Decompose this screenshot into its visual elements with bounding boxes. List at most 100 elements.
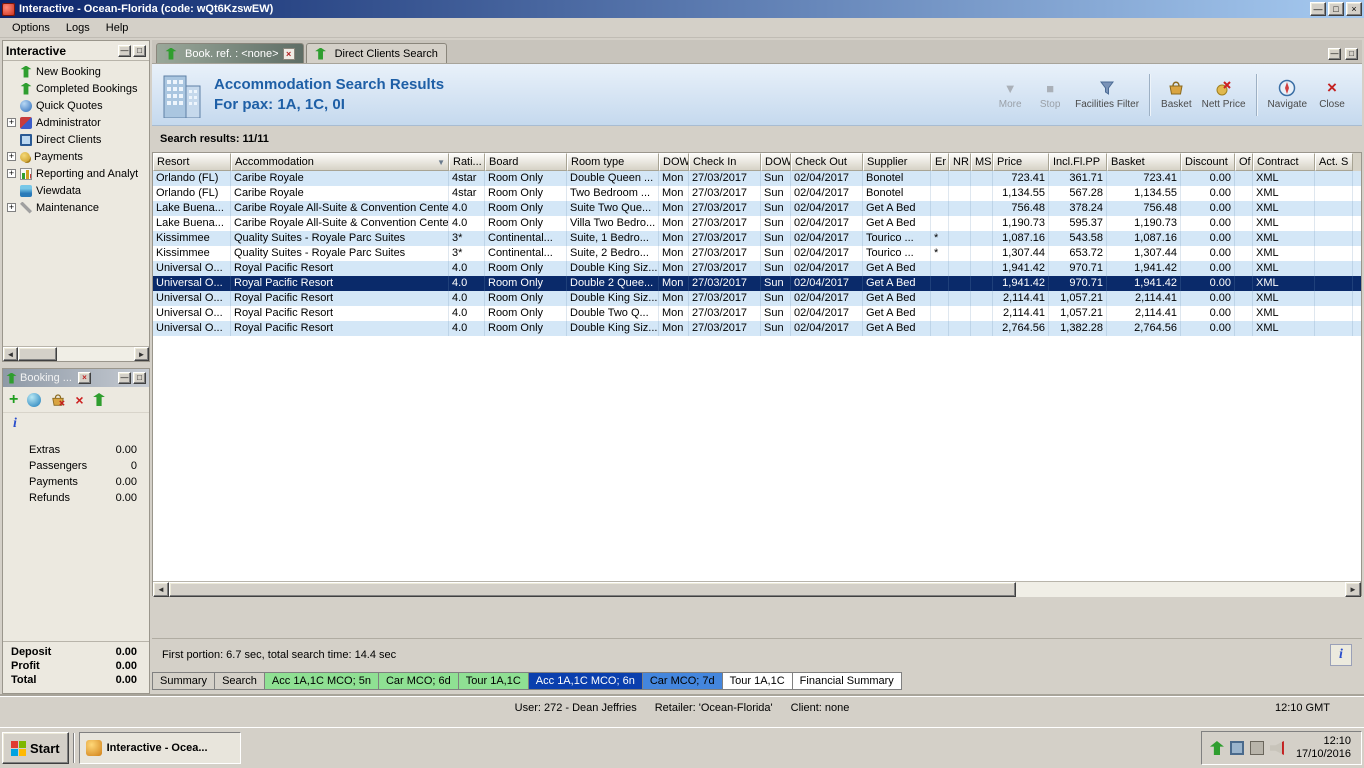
tray-printer-icon[interactable] — [1249, 741, 1264, 755]
filter-icon[interactable]: ▼ — [437, 158, 445, 167]
sidebar-horizontal-scrollbar[interactable]: ◄ ► — [3, 346, 149, 361]
expand-icon[interactable]: + — [7, 152, 16, 161]
menu-item-options[interactable]: Options — [4, 20, 58, 36]
scroll-right-icon[interactable]: ► — [1345, 582, 1361, 597]
close-results-button[interactable]: × Close — [1312, 77, 1352, 112]
table-row[interactable]: Universal O... Royal Pacific Resort 4.0 Roo… — [153, 291, 1361, 306]
expand-icon[interactable]: + — [7, 203, 16, 212]
expand-icon[interactable]: + — [7, 118, 16, 127]
minimize-icon[interactable]: — — [1310, 2, 1326, 16]
start-button[interactable]: Start — [2, 732, 69, 764]
column-header-price[interactable]: Price — [993, 153, 1049, 171]
column-header-basket[interactable]: Basket — [1107, 153, 1181, 171]
sidebar-item-payments[interactable]: + Payments — [3, 148, 149, 165]
bottom-tab-car-mco-7d[interactable]: Car MCO; 7d — [642, 672, 723, 690]
facilities-filter-button[interactable]: Facilities Filter — [1070, 77, 1144, 112]
bottom-tab-summary[interactable]: Summary — [152, 672, 216, 690]
sidebar-item-quick-quotes[interactable]: Quick Quotes — [3, 97, 149, 114]
booking-panel-header[interactable]: Booking ... × — □ — [3, 369, 149, 387]
booking-info-icon[interactable]: i — [3, 413, 149, 432]
scroll-left-icon[interactable]: ◄ — [153, 582, 169, 597]
booking-close-icon[interactable]: × — [77, 372, 91, 384]
bottom-tab-car-mco-6d[interactable]: Car MCO; 6d — [378, 672, 459, 690]
grid-horizontal-scrollbar[interactable]: ◄ ► — [153, 581, 1361, 597]
booking-maximize-icon[interactable]: □ — [133, 372, 146, 384]
column-header-ms[interactable]: MS — [971, 153, 993, 171]
scroll-left-icon[interactable]: ◄ — [3, 347, 18, 361]
panel-collapse-icon[interactable]: — — [118, 44, 131, 57]
stop-button[interactable]: ■ Stop — [1030, 77, 1070, 112]
column-header-nr[interactable]: NR — [949, 153, 971, 171]
tray-plant-icon[interactable] — [1209, 741, 1224, 755]
tray-volume-icon[interactable] — [1269, 741, 1284, 755]
bottom-tab-search[interactable]: Search — [215, 672, 265, 690]
column-header-of[interactable]: Of — [1235, 153, 1253, 171]
sidebar-item-direct-clients[interactable]: Direct Clients — [3, 131, 149, 148]
table-row[interactable]: Universal O... Royal Pacific Resort 4.0 Roo… — [153, 321, 1361, 336]
column-header-resort[interactable]: Resort — [153, 153, 231, 171]
close-icon[interactable]: × — [1346, 2, 1362, 16]
column-header-room-type[interactable]: Room type — [567, 153, 659, 171]
tab-direct-clients-search[interactable]: Direct Clients Search — [305, 43, 447, 63]
grid-scroll-thumb[interactable] — [169, 582, 1016, 597]
sidebar-item-maintenance[interactable]: + Maintenance — [3, 199, 149, 216]
info-button[interactable]: i — [1330, 643, 1352, 666]
table-row[interactable]: Universal O... Royal Pacific Resort 4.0 Roo… — [153, 306, 1361, 321]
navigate-button[interactable]: Navigate — [1263, 77, 1312, 112]
column-header-supplier[interactable]: Supplier — [863, 153, 931, 171]
column-header-act-s[interactable]: Act. S — [1315, 153, 1353, 171]
menu-item-logs[interactable]: Logs — [58, 20, 98, 36]
add-icon[interactable]: + — [9, 391, 18, 407]
column-header-dow[interactable]: DOW — [761, 153, 791, 171]
bottom-tab-acc-1a-1c-mco-6n[interactable]: Acc 1A,1C MCO; 6n — [528, 672, 643, 690]
sidebar-scroll-thumb[interactable] — [18, 347, 58, 361]
table-row[interactable]: Kissimmee Quality Suites - Royale Parc Su… — [153, 246, 1361, 261]
sidebar-item-administrator[interactable]: + Administrator — [3, 114, 149, 131]
column-header-dow[interactable]: DOW — [659, 153, 689, 171]
restore-icon[interactable]: □ — [1328, 2, 1344, 16]
column-header-discount[interactable]: Discount — [1181, 153, 1235, 171]
column-header-accommodation[interactable]: Accommodation ▼ — [231, 153, 449, 171]
bottom-tab-acc-1a-1c-mco-5n[interactable]: Acc 1A,1C MCO; 5n — [264, 672, 379, 690]
tab-close-icon[interactable]: × — [282, 47, 295, 60]
expand-icon[interactable]: + — [7, 169, 16, 178]
sidebar-item-completed-bookings[interactable]: Completed Bookings — [3, 80, 149, 97]
tray-display-icon[interactable] — [1229, 741, 1244, 755]
table-row[interactable]: Orlando (FL) Caribe Royale 4star Room Only T… — [153, 186, 1361, 201]
booking-minimize-icon[interactable]: — — [118, 372, 131, 384]
grid-scroll-track[interactable] — [169, 582, 1345, 597]
column-header-check-out[interactable]: Check Out — [791, 153, 863, 171]
basket-button[interactable]: Basket — [1156, 77, 1197, 112]
basket-icon[interactable] — [50, 393, 66, 407]
tab-booking-ref[interactable]: Book. ref. : <none> × — [156, 43, 304, 63]
nett-price-button[interactable]: Nett Price — [1197, 77, 1251, 112]
table-row[interactable]: Lake Buena... Caribe Royale All-Suite & C… — [153, 216, 1361, 231]
pane-minimize-icon[interactable]: — — [1328, 48, 1341, 60]
table-row[interactable]: Universal O... Royal Pacific Resort 4.0 Roo… — [153, 276, 1361, 291]
table-row[interactable]: Lake Buena... Caribe Royale All-Suite & C… — [153, 201, 1361, 216]
column-header-incl-fl-pp[interactable]: Incl.Fl.PP — [1049, 153, 1107, 171]
bottom-tab-financial-summary[interactable]: Financial Summary — [792, 672, 902, 690]
sidebar-item-reporting-and-analyt[interactable]: + Reporting and Analyt — [3, 165, 149, 182]
column-header-contract[interactable]: Contract — [1253, 153, 1315, 171]
pane-restore-icon[interactable]: □ — [1345, 48, 1358, 60]
sidebar-scroll-track[interactable] — [18, 347, 134, 361]
table-row[interactable]: Kissimmee Quality Suites - Royale Parc Su… — [153, 231, 1361, 246]
panel-maximize-icon[interactable]: □ — [133, 44, 146, 57]
palm-tree-icon[interactable] — [93, 393, 105, 406]
bottom-tab-tour-1a-1c[interactable]: Tour 1A,1C — [722, 672, 793, 690]
column-header-board[interactable]: Board — [485, 153, 567, 171]
globe-icon[interactable] — [27, 392, 42, 407]
menu-item-help[interactable]: Help — [98, 20, 137, 36]
sidebar-item-viewdata[interactable]: Viewdata — [3, 182, 149, 199]
taskbar-task-button[interactable]: Interactive - Ocea... — [78, 732, 241, 764]
scroll-right-icon[interactable]: ► — [134, 347, 149, 361]
title-bar[interactable]: Interactive - Ocean-Florida (code: wQt6K… — [0, 0, 1364, 18]
column-header-check-in[interactable]: Check In — [689, 153, 761, 171]
column-header-rati[interactable]: Rati... — [449, 153, 485, 171]
delete-icon[interactable]: × — [75, 393, 83, 407]
table-row[interactable]: Orlando (FL) Caribe Royale 4star Room Only D… — [153, 171, 1361, 186]
table-row[interactable]: Universal O... Royal Pacific Resort 4.0 Roo… — [153, 261, 1361, 276]
more-button[interactable]: ▼ More — [990, 77, 1030, 112]
column-header-er[interactable]: Er — [931, 153, 949, 171]
